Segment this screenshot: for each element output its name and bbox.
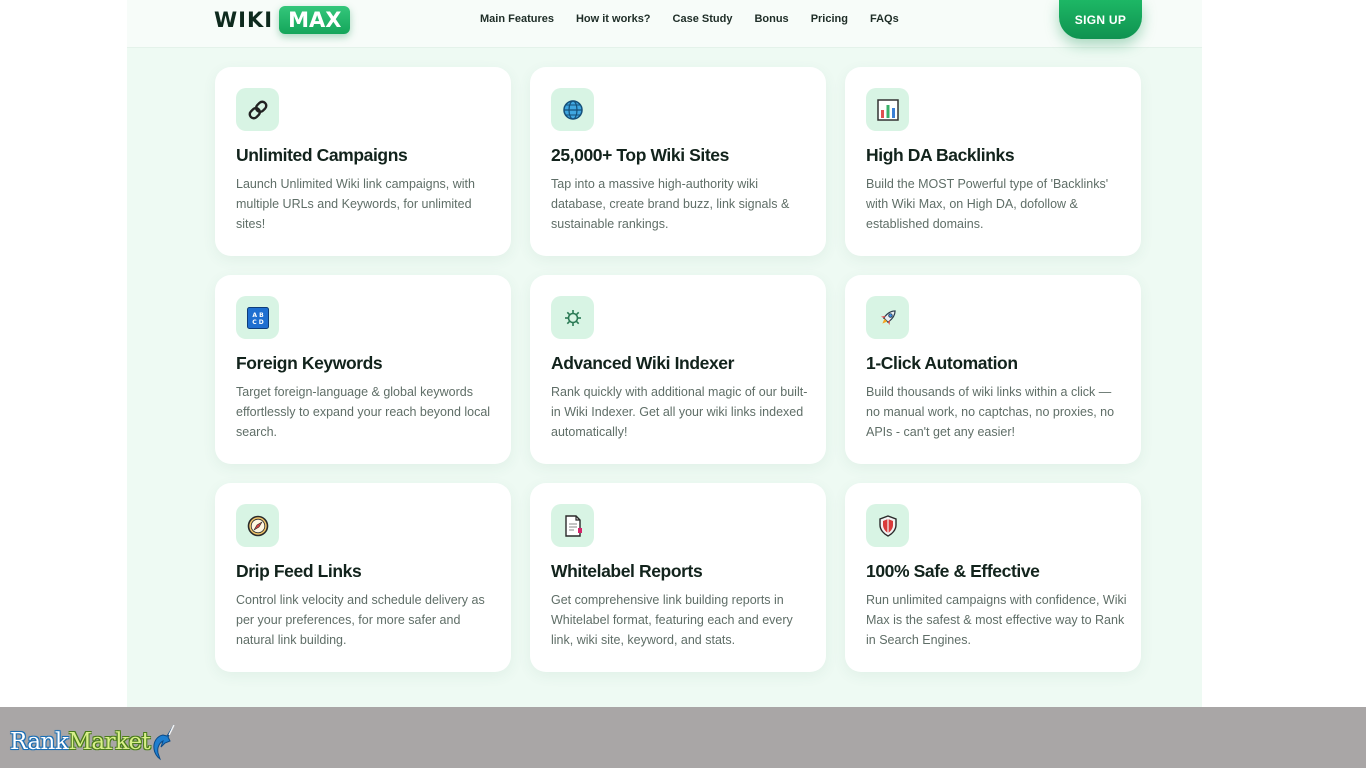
footer-bar	[0, 707, 1366, 768]
feature-title: Foreign Keywords	[236, 353, 383, 373]
feature-title: 100% Safe & Effective	[866, 561, 1040, 581]
gear-icon	[551, 296, 594, 339]
feature-description: Get comprehensive link building reports …	[551, 593, 793, 647]
feature-description: Build thousands of wiki links within a c…	[866, 385, 1115, 439]
feature-card: Advanced Wiki Indexer Rank quickly with …	[530, 275, 826, 464]
svg-text:A B: A B	[252, 312, 264, 319]
feature-title: Drip Feed Links	[236, 561, 362, 581]
report-icon	[551, 504, 594, 547]
logo-wiki-text: WIKI	[214, 8, 274, 32]
feature-card: 25,000+ Top Wiki Sites Tap into a massiv…	[530, 67, 826, 256]
nav-case-study[interactable]: Case Study	[673, 13, 733, 25]
feature-title: Advanced Wiki Indexer	[551, 353, 735, 373]
unicorn-icon	[153, 724, 176, 761]
feature-description: Build the MOST Powerful type of 'Backlin…	[866, 177, 1109, 231]
feature-title: 1-Click Automation	[866, 353, 1018, 373]
watermark-rank-text: Rank	[10, 729, 69, 755]
feature-card: Drip Feed Links Control link velocity an…	[215, 483, 511, 672]
sign-up-button[interactable]: SIGN UP	[1059, 0, 1142, 39]
feature-title: 25,000+ Top Wiki Sites	[551, 145, 729, 165]
feature-card: Unlimited Campaigns Launch Unlimited Wik…	[215, 67, 511, 256]
feature-card: High DA Backlinks Build the MOST Powerfu…	[845, 67, 1141, 256]
nav-how-it-works[interactable]: How it works?	[576, 13, 651, 25]
feature-card: A BC D Foreign Keywords Target foreign-l…	[215, 275, 511, 464]
feature-title: Unlimited Campaigns	[236, 145, 408, 165]
rankmarket-watermark: Rank Market	[10, 722, 178, 762]
shield-icon	[866, 504, 909, 547]
link-icon	[236, 88, 279, 131]
main-nav: Main Features How it works? Case Study B…	[480, 0, 921, 38]
logo-max-badge: MAX	[279, 6, 351, 34]
feature-description: Rank quickly with additional magic of ou…	[551, 385, 808, 439]
feature-description: Tap into a massive high-authority wiki d…	[551, 177, 790, 231]
watermark-market-text: Market	[68, 729, 151, 755]
rocket-icon	[866, 296, 909, 339]
feature-card: Whitelabel Reports Get comprehensive lin…	[530, 483, 826, 672]
feature-description: Target foreign-language & global keyword…	[236, 385, 491, 439]
feature-card: 100% Safe & Effective Run unlimited camp…	[845, 483, 1141, 672]
nav-bonus[interactable]: Bonus	[754, 13, 788, 25]
feature-description: Control link velocity and schedule deliv…	[236, 593, 485, 647]
page: WIKI MAX Main Features How it works? Cas…	[0, 0, 1366, 768]
feature-card: 1-Click Automation Build thousands of wi…	[845, 275, 1141, 464]
svg-text:C D: C D	[252, 319, 263, 326]
nav-main-features[interactable]: Main Features	[480, 13, 554, 25]
feature-title: Whitelabel Reports	[551, 561, 703, 581]
feature-description: Launch Unlimited Wiki link campaigns, wi…	[236, 177, 475, 231]
nav-pricing[interactable]: Pricing	[811, 13, 848, 25]
nav-faqs[interactable]: FAQs	[870, 13, 899, 25]
bar-chart-icon	[866, 88, 909, 131]
globe-icon	[551, 88, 594, 131]
feature-title: High DA Backlinks	[866, 145, 1015, 165]
wikimax-logo[interactable]: WIKI MAX	[214, 4, 351, 36]
compass-icon	[236, 504, 279, 547]
abcd-icon: A BC D	[236, 296, 279, 339]
feature-description: Run unlimited campaigns with confidence,…	[866, 593, 1127, 647]
